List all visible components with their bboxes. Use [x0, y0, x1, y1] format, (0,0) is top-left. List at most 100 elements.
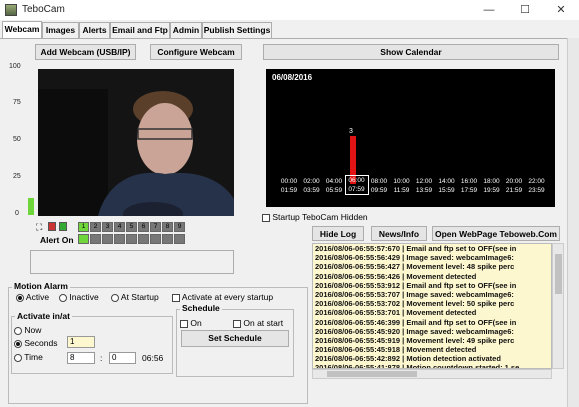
now-radio[interactable]: Now [14, 325, 41, 335]
camera-4-button[interactable]: 4 [114, 222, 125, 232]
log-entry[interactable]: 2016/08/06-06:55:56:426 | Movement detec… [313, 272, 551, 281]
camera-9-button[interactable]: 9 [174, 222, 185, 232]
calendar-slot-start: 10:00 [393, 178, 410, 185]
scale-label-0: 0 [15, 210, 19, 217]
at-startup-radio[interactable]: At Startup [111, 292, 159, 302]
calendar-slot-start: 14:00 [438, 178, 455, 185]
alert-7-toggle[interactable] [150, 234, 161, 244]
calendar-slot-end: 01:59 [280, 187, 298, 194]
log-entry[interactable]: 2016/08/06-06:55:53:707 | Image saved: w… [313, 290, 551, 299]
news-info-button[interactable]: News/Info [371, 226, 427, 241]
set-schedule-button[interactable]: Set Schedule [181, 330, 289, 347]
log-entry[interactable]: 2016/08/06-06:55:46:399 | Email and ftp … [313, 318, 551, 327]
status-box [30, 250, 234, 274]
camera-5-button[interactable]: 5 [126, 222, 137, 232]
calendar-slot[interactable]: 22:00 23:59 [525, 177, 549, 195]
time-colon: : [100, 353, 103, 363]
tab-images[interactable]: Images [42, 22, 79, 38]
tab-alerts[interactable]: Alerts [79, 22, 110, 38]
log-entry[interactable]: 2016/08/06-06:55:53:912 | Email and ftp … [313, 281, 551, 290]
seconds-radio[interactable]: Seconds [14, 338, 57, 348]
alert-5-toggle[interactable] [126, 234, 137, 244]
add-webcam-button[interactable]: Add Webcam (USB/IP) [35, 44, 136, 60]
tab-admin[interactable]: Admin [170, 22, 202, 38]
alert-4-toggle[interactable] [114, 234, 125, 244]
log-list[interactable]: 2016/08/06-06:55:57:670 | Email and ftp … [312, 243, 552, 369]
log-entry[interactable]: 2016/08/06-06:55:56:429 | Image saved: w… [313, 253, 551, 262]
show-calendar-button[interactable]: Show Calendar [263, 44, 559, 60]
alert-6-toggle[interactable] [138, 234, 149, 244]
alert-1-toggle[interactable] [78, 234, 89, 244]
alert-8-toggle[interactable] [162, 234, 173, 244]
configure-webcam-button[interactable]: Configure Webcam [150, 44, 242, 60]
alert-9-toggle[interactable] [174, 234, 185, 244]
calendar-slot[interactable]: 00:00 01:59 [277, 177, 301, 195]
alarm-icon[interactable] [48, 222, 56, 231]
minute-stepper[interactable]: 0 [109, 352, 136, 364]
calendar-slot[interactable]: 14:00 15:59 [435, 177, 459, 195]
log-entry[interactable]: 2016/08/06-06:55:42:892 | Motion detecti… [313, 354, 551, 363]
camera-3-button[interactable]: 3 [102, 222, 113, 232]
calendar-slot-start: 12:00 [415, 178, 433, 185]
minimize-button[interactable]: — [471, 0, 507, 20]
open-webpage-button[interactable]: Open WebPage Teboweb.Com [432, 226, 560, 241]
scale-label-75: 75 [13, 99, 21, 106]
tab-webcam[interactable]: Webcam [2, 21, 42, 39]
tab-email-ftp[interactable]: Email and Ftp [110, 22, 170, 38]
camera-6-button[interactable]: 6 [138, 222, 149, 232]
log-entry[interactable]: 2016/08/06-06:55:45:920 | Image saved: w… [313, 327, 551, 336]
log-horizontal-scrollbar[interactable] [312, 369, 552, 379]
active-radio[interactable]: Active [16, 292, 49, 302]
camera-2-button[interactable]: 2 [90, 222, 101, 232]
app-icon [5, 4, 17, 16]
hide-log-button[interactable]: Hide Log [312, 226, 364, 241]
camera-1-button[interactable]: 1 [78, 222, 89, 232]
log-entry[interactable]: 2016/08/06-06:55:45:919 | Movement level… [313, 336, 551, 345]
calendar-slot[interactable]: 18:00 19:59 [480, 177, 504, 195]
calendar-slot[interactable]: 04:00 05:59 [322, 177, 346, 195]
calendar-slot-end: 23:59 [528, 187, 545, 194]
calendar-slot-end: 07:59 [348, 186, 365, 193]
calendar-slot-start: 02:00 [303, 178, 320, 185]
window-vertical-scrollbar[interactable] [567, 38, 579, 407]
hour-stepper[interactable]: 8 [67, 352, 95, 364]
calendar-slot-end: 03:59 [303, 187, 320, 194]
crosshair-icon[interactable]: ⛶ [36, 222, 42, 233]
calendar-slot[interactable]: 10:00 11:59 [390, 177, 414, 195]
calendar-slot-end: 11:59 [393, 187, 410, 194]
schedule-on-checkbox[interactable]: On [180, 318, 202, 328]
tab-publish-settings[interactable]: Publish Settings [202, 22, 272, 38]
log-vertical-scrollbar[interactable] [552, 243, 564, 369]
maximize-button[interactable]: ☐ [507, 0, 543, 20]
alert-3-toggle[interactable] [102, 234, 113, 244]
camera-7-button[interactable]: 7 [150, 222, 161, 232]
webcam-view [38, 69, 234, 216]
seconds-input[interactable]: 1 [67, 336, 95, 348]
alert-2-toggle[interactable] [90, 234, 101, 244]
log-entry[interactable]: 2016/08/06-06:55:56:427 | Movement level… [313, 262, 551, 271]
calendar-slot[interactable]: 20:00 21:59 [502, 177, 526, 195]
log-entry[interactable]: 2016/08/06-06:55:57:670 | Email and ftp … [313, 244, 551, 253]
calendar-slot[interactable]: 08:00 09:59 [367, 177, 391, 195]
alert-on-row [78, 234, 188, 244]
motion-alarm-title: Motion Alarm [12, 281, 70, 291]
upload-icon[interactable] [59, 222, 67, 231]
camera-8-button[interactable]: 8 [162, 222, 173, 232]
log-entry[interactable]: 2016/08/06-06:55:53:701 | Movement detec… [313, 308, 551, 317]
close-button[interactable]: ✕ [543, 0, 579, 20]
calendar-slot[interactable]: 12:00 13:59 [412, 177, 436, 195]
window-title: TeboCam [22, 4, 65, 15]
log-entry[interactable]: 2016/08/06-06:55:45:918 | Movement detec… [313, 345, 551, 354]
calendar-slot[interactable]: 06:00 07:59 [344, 175, 369, 195]
calendar-slot[interactable]: 02:00 03:59 [300, 177, 324, 195]
calendar-slot-end: 17:59 [460, 187, 478, 194]
inactive-radio[interactable]: Inactive [59, 292, 99, 302]
log-entry[interactable]: 2016/08/06-06:55:53:702 | Movement level… [313, 299, 551, 308]
startup-hidden-checkbox[interactable]: Startup TeboCam Hidden [262, 212, 368, 222]
calendar-slot-end: 19:59 [483, 187, 500, 194]
time-radio[interactable]: Time [14, 352, 43, 362]
calendar-slot-start: 20:00 [505, 178, 523, 185]
schedule-on-at-start-checkbox[interactable]: On at start [233, 318, 283, 328]
activate-every-startup-checkbox[interactable]: Activate at every startup [172, 292, 273, 302]
calendar-slot[interactable]: 16:00 17:59 [457, 177, 481, 195]
